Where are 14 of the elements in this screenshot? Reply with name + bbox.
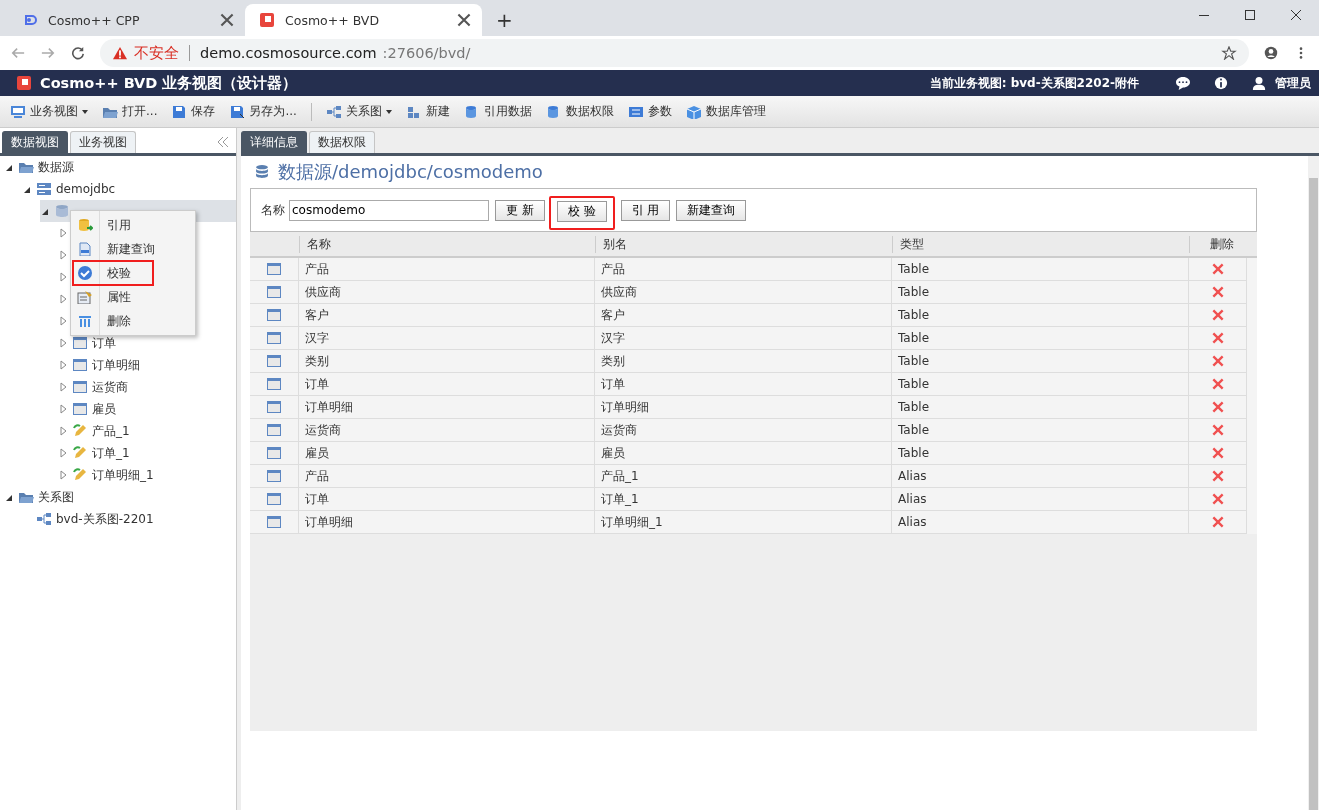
table-cell: Alias: [892, 511, 1189, 534]
security-warning: 不安全: [134, 43, 179, 63]
page-heading: 数据源/demojdbc/cosmodemo: [278, 160, 543, 184]
url-host: demo.cosmosource.com: [200, 45, 377, 61]
table-cell: 订单明细_1: [595, 511, 892, 534]
column-header: 删除: [1189, 236, 1247, 253]
app-title: Cosmo++ BVD 业务视图（设计器）: [40, 73, 299, 93]
column-header: 类型: [892, 236, 1189, 253]
column-header: 名称: [299, 236, 595, 253]
current-view-label: 当前业务视图: bvd-关系图2202-附件: [929, 74, 1139, 92]
table-cell: 订单明细: [299, 511, 595, 534]
field-label: 名称: [261, 201, 285, 219]
url-path: :27606/bvd/: [382, 45, 471, 61]
column-header: 别名: [595, 236, 892, 253]
